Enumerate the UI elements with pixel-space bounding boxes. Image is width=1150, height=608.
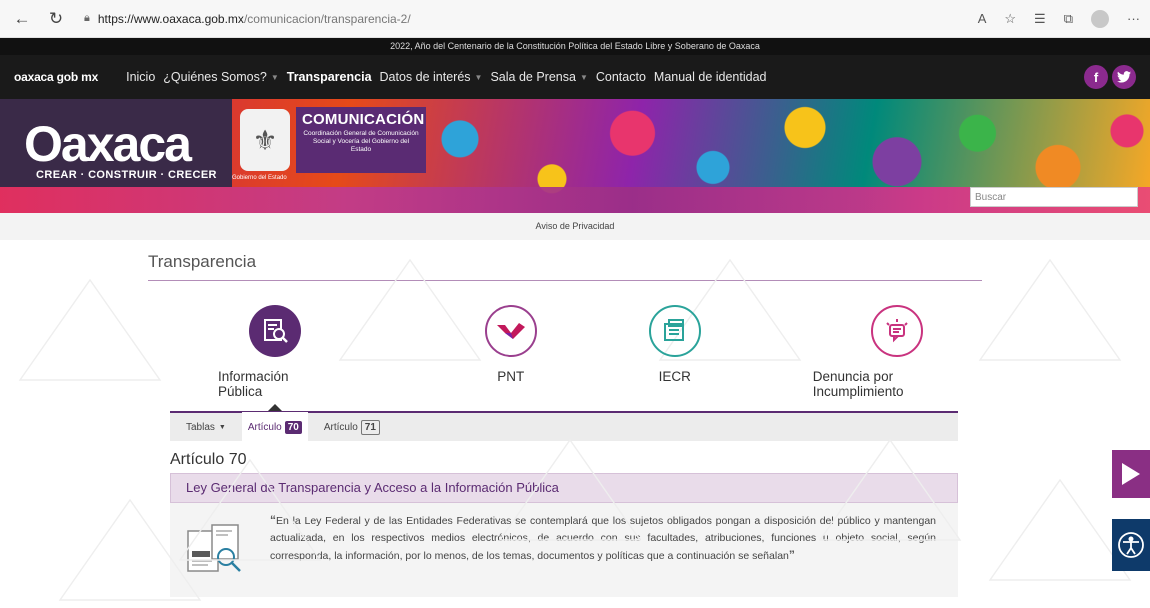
section-label: IECR xyxy=(658,369,691,384)
section-label: Denuncia por Incumplimiento xyxy=(812,369,904,399)
tab-articulo-70[interactable]: Artículo 70 xyxy=(241,412,308,442)
comunicacion-subtitle: Coordinación General de Comunicación Soc… xyxy=(303,130,419,153)
nav-item-label: Datos de interés xyxy=(379,70,471,84)
logo-text: Oaxaca xyxy=(24,116,192,172)
nav-item-label: ¿Quiénes Somos? xyxy=(163,70,267,84)
favorites-icon[interactable]: ☰ xyxy=(1034,11,1046,27)
section-pnt[interactable]: PNT xyxy=(484,305,537,411)
caret-down-icon: ▼ xyxy=(218,423,226,431)
nav-item-label: Contacto xyxy=(595,70,646,84)
tab-label: Artículo xyxy=(323,421,358,433)
law-quote-text: En la Ley Federal y de las Entidades Fed… xyxy=(270,515,936,562)
law-document-icon xyxy=(187,524,241,572)
law-quote: “En la Ley Federal y de las Entidades Fe… xyxy=(270,511,936,589)
twitter-icon[interactable] xyxy=(1112,65,1136,89)
address-bar[interactable]: 🔒︎ https://www.oaxaca.gob.mx/comunicacio… xyxy=(84,12,411,26)
section-label: Información Pública xyxy=(218,369,289,399)
alert-chat-icon xyxy=(871,305,924,357)
article-heading: Artículo 70 xyxy=(170,451,247,468)
nav-item-label: Sala de Prensa xyxy=(490,70,576,84)
nav-item-label: Transparencia xyxy=(286,70,372,84)
section-informacion-publica[interactable]: Información Pública xyxy=(218,305,333,411)
search-doc-icon xyxy=(249,305,302,357)
refresh-icon[interactable]: ↻ xyxy=(44,7,68,31)
facebook-icon[interactable]: f xyxy=(1084,65,1108,89)
nav-item-datos-de-interes[interactable]: Datos de interés ▼ xyxy=(380,70,483,84)
comunicacion-title: COMUNICACIÓN xyxy=(302,111,425,128)
play-video-button[interactable] xyxy=(1112,450,1150,498)
oaxaca-logo[interactable]: Oaxaca CREAR · CONSTRUIR · CRECER xyxy=(0,99,232,187)
nav-item-sala-de-prensa[interactable]: Sala de Prensa ▼ xyxy=(490,70,587,84)
logo-tagline: CREAR · CONSTRUIR · CRECER xyxy=(36,169,217,181)
active-indicator xyxy=(268,404,283,411)
social-links: f xyxy=(1084,65,1136,89)
caret-down-icon: ▼ xyxy=(579,72,588,82)
nav-item-contacto[interactable]: Contacto xyxy=(596,70,646,84)
close-quote-icon: ” xyxy=(788,547,795,562)
browser-actions: A ☆ ☰ ⧉ ··· xyxy=(978,9,1140,28)
article-tabs: Tablas ▼ Artículo 70 Artículo 71 xyxy=(170,411,958,442)
tab-tablas[interactable]: Tablas ▼ xyxy=(180,412,232,442)
caret-down-icon: ▼ xyxy=(270,72,279,82)
announcement-bar: 2022, Año del Centenario de la Constituc… xyxy=(0,38,1150,55)
nav-item-quienes-somos[interactable]: ¿Quiénes Somos? ▼ xyxy=(163,70,278,84)
nav-item-transparencia[interactable]: Transparencia xyxy=(287,70,372,84)
law-body: “En la Ley Federal y de las Entidades Fe… xyxy=(170,503,958,597)
article-badge: 71 xyxy=(360,419,380,435)
search-input[interactable] xyxy=(970,187,1138,207)
more-icon[interactable]: ··· xyxy=(1127,11,1140,26)
main-content: Transparencia Información Pública PNT IE… xyxy=(0,240,1150,601)
accessibility-icon xyxy=(1118,532,1144,558)
tab-label: Artículo xyxy=(247,421,282,433)
law-title-bar[interactable]: Ley General de Transparencia y Acceso a … xyxy=(170,473,958,503)
back-icon[interactable]: ← xyxy=(10,7,34,31)
tab-articulo-71[interactable]: Artículo 71 xyxy=(318,412,386,442)
nav-item-inicio[interactable]: Inicio xyxy=(126,70,155,84)
profile-avatar[interactable] xyxy=(1091,9,1109,28)
nav-item-label: Inicio xyxy=(126,70,156,84)
folder-icon xyxy=(648,305,701,357)
nav-item-label: Manual de identidad xyxy=(653,70,767,84)
nav-item-manual-de-identidad[interactable]: Manual de identidad xyxy=(654,70,767,84)
caret-down-icon: ▼ xyxy=(474,72,483,82)
favorite-add-icon[interactable]: ☆ xyxy=(1004,11,1016,27)
url-host: https://www.oaxaca.gob.mx xyxy=(97,11,244,26)
article-badge: 70 xyxy=(284,420,302,434)
seal-label: Gobierno del Estado xyxy=(232,175,287,181)
comunicacion-logo: COMUNICACIÓN Coordinación General de Com… xyxy=(296,107,426,173)
privacy-link[interactable]: Aviso de Privacidad xyxy=(0,213,1150,240)
pnt-logo-icon xyxy=(484,305,537,357)
section-label: PNT xyxy=(497,369,525,384)
section-iecr[interactable]: IECR xyxy=(648,305,701,411)
play-icon xyxy=(1122,463,1140,485)
browser-toolbar: ← ↻ 🔒︎ https://www.oaxaca.gob.mx/comunic… xyxy=(0,0,1150,38)
header-banner: Oaxaca CREAR · CONSTRUIR · CRECER ⚜ Gobi… xyxy=(0,99,1150,213)
page-title: Transparencia xyxy=(148,240,982,281)
read-aloud-icon[interactable]: A xyxy=(978,11,987,26)
state-seal-icon: ⚜ xyxy=(240,109,290,171)
url-path: /comunicacion/transparencia-2/ xyxy=(243,11,411,26)
tab-label: Tablas xyxy=(186,421,215,433)
lock-icon: 🔒︎ xyxy=(84,12,90,24)
section-denuncia[interactable]: Denuncia por Incumplimiento xyxy=(813,305,982,411)
transparency-sections: Información Pública PNT IECR Denuncia po… xyxy=(148,305,982,411)
collections-icon[interactable]: ⧉ xyxy=(1064,11,1073,27)
main-nav: oaxaca gob mx Inicio ¿Quiénes Somos? ▼ Tr… xyxy=(0,55,1150,99)
site-brand[interactable]: oaxaca gob mx xyxy=(14,70,98,84)
accessibility-button[interactable] xyxy=(1112,519,1150,571)
